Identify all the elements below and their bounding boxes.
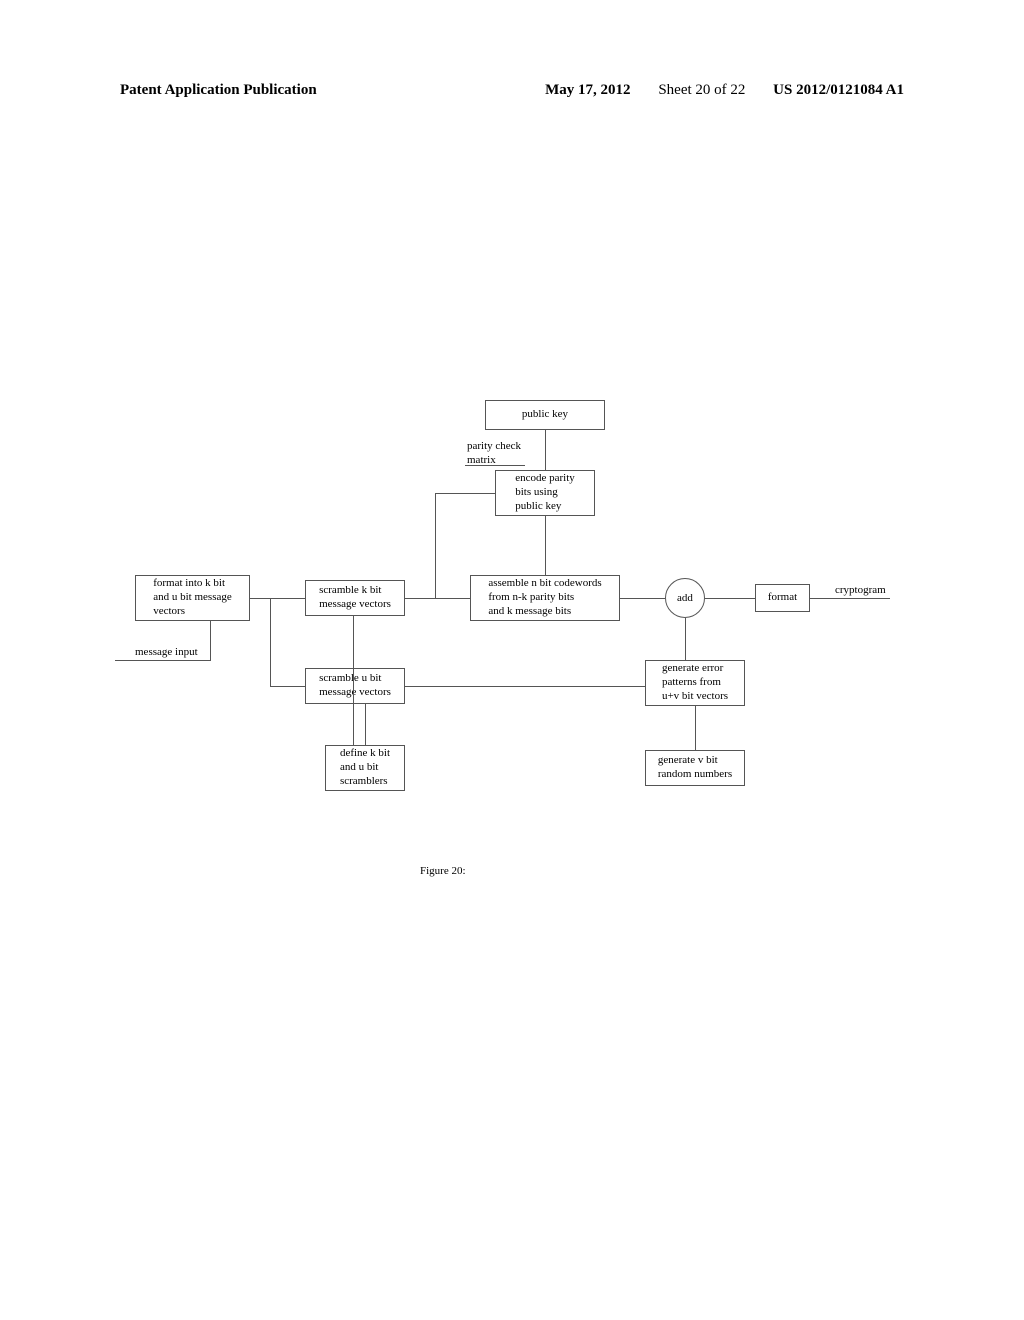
line-parity-underline xyxy=(465,465,525,466)
line-genvbit-to-generr xyxy=(695,706,696,750)
figure-caption: Figure 20: xyxy=(420,865,466,877)
line-format-to-scrambleu-v xyxy=(270,598,271,686)
line-definescr-to-scrambleu xyxy=(365,704,366,745)
line-crypt-underline xyxy=(832,598,890,599)
diagram: public key encode parity bits using publ… xyxy=(135,400,885,900)
line-format-to-scramblek xyxy=(250,598,305,599)
message-input-label: message input xyxy=(135,646,198,660)
format-kbit-box: format into k bit and u bit message vect… xyxy=(135,575,250,621)
line-assemble-to-add xyxy=(620,598,665,599)
generate-vbit-box: generate v bit random numbers xyxy=(645,750,745,786)
line-scramblek-to-encode-h xyxy=(435,493,495,494)
line-encode-to-assemble xyxy=(545,516,546,575)
header-sheet: Sheet 20 of 22 xyxy=(658,82,745,98)
line-msginput-join xyxy=(210,660,211,661)
line-scramblek-to-assemble xyxy=(405,598,470,599)
line-format-to-scrambleu-h xyxy=(270,686,305,687)
parity-check-label: parity check matrix xyxy=(467,440,521,468)
line-msginput-to-format-v xyxy=(210,621,211,661)
header-pubno: US 2012/0121084 A1 xyxy=(773,82,904,98)
line-add-to-format xyxy=(705,598,755,599)
line-definescr-to-scramblek-v xyxy=(353,616,354,745)
scramble-u-box: scramble u bit message vectors xyxy=(305,668,405,704)
header-left: Patent Application Publication xyxy=(120,82,317,99)
line-scramblek-to-encode-v xyxy=(435,493,436,598)
line-scrambleu-to-generr xyxy=(405,686,645,687)
add-circle: add xyxy=(665,578,705,618)
assemble-box: assemble n bit codewords from n-k parity… xyxy=(470,575,620,621)
line-pk-to-encode xyxy=(545,430,546,470)
cryptogram-label: cryptogram xyxy=(835,584,886,598)
header-date: May 17, 2012 xyxy=(545,82,630,98)
generate-error-box: generate error patterns from u+v bit vec… xyxy=(645,660,745,706)
line-msg-input xyxy=(115,660,210,661)
define-scramblers-box: define k bit and u bit scramblers xyxy=(325,745,405,791)
encode-parity-box: encode parity bits using public key xyxy=(495,470,595,516)
public-key-box: public key xyxy=(485,400,605,430)
scramble-k-box: scramble k bit message vectors xyxy=(305,580,405,616)
format-cryptogram-box: format xyxy=(755,584,810,612)
line-generr-to-add xyxy=(685,618,686,660)
